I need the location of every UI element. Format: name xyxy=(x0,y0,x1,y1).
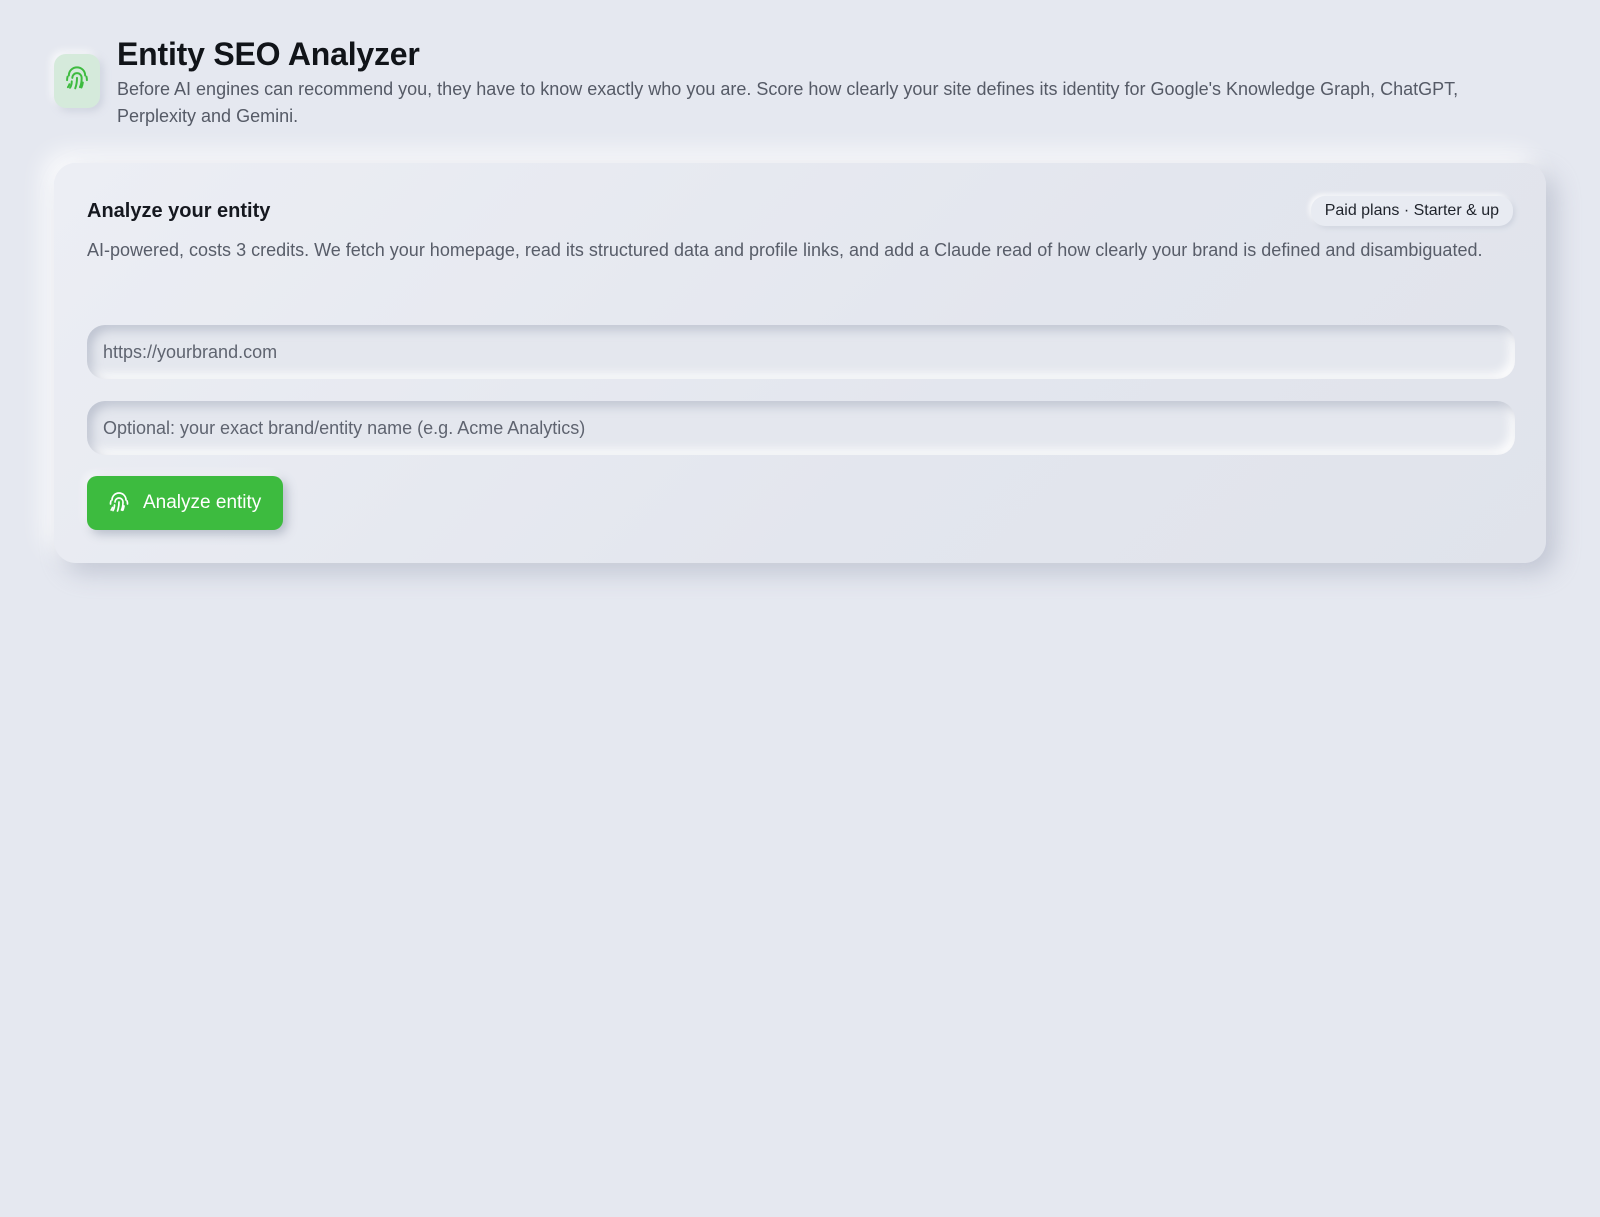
card-description: AI-powered, costs 3 credits. We fetch yo… xyxy=(87,240,1483,260)
page-title: Entity SEO Analyzer xyxy=(117,36,420,72)
fingerprint-icon xyxy=(63,65,91,98)
url-input[interactable] xyxy=(87,325,1515,379)
card-header: Analyze your entity Paid plans · Starter… xyxy=(87,196,1513,226)
page-header: Entity SEO Analyzer Before AI engines ca… xyxy=(54,36,1554,130)
analyze-card: Analyze your entity Paid plans · Starter… xyxy=(54,163,1546,563)
page-subtitle: Before AI engines can recommend you, the… xyxy=(117,79,1459,126)
app-logo xyxy=(54,54,100,108)
plan-badge: Paid plans · Starter & up xyxy=(1310,196,1513,226)
card-title: Analyze your entity xyxy=(87,199,271,222)
analyze-entity-button[interactable]: Analyze entity xyxy=(87,476,284,530)
entity-name-input[interactable] xyxy=(87,401,1515,455)
header-text: Entity SEO Analyzer Before AI engines ca… xyxy=(117,36,1554,130)
analyze-entity-label: Analyze entity xyxy=(143,492,262,513)
fingerprint-icon xyxy=(107,491,131,515)
